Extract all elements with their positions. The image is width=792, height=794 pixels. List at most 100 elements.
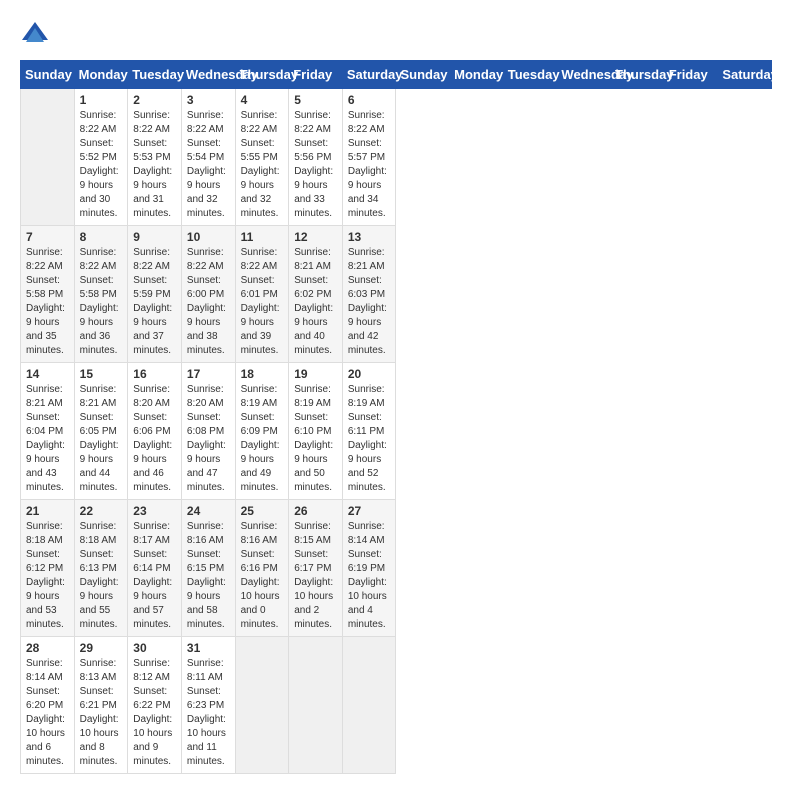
day-header-monday: Monday	[450, 61, 504, 89]
day-info: Sunrise: 8:16 AMSunset: 6:15 PMDaylight:…	[187, 520, 230, 632]
day-info: Sunrise: 8:22 AMSunset: 5:59 PMDaylight:…	[133, 246, 176, 358]
calendar-week-3: 14Sunrise: 8:21 AMSunset: 6:04 PMDayligh…	[21, 363, 772, 500]
calendar-week-1: 1Sunrise: 8:22 AMSunset: 5:52 PMDaylight…	[21, 89, 772, 226]
calendar-cell: 2 Sunrise: 8:22 AMSunset: 5:53 PMDaylight…	[128, 89, 182, 226]
day-info: Sunrise: 8:22 AMSunset: 6:00 PMDaylight:…	[187, 246, 230, 358]
day-header-sunday: Sunday	[21, 61, 75, 89]
day-info: Sunrise: 8:18 AMSunset: 6:12 PMDaylight:…	[26, 520, 69, 632]
day-header-sunday: Sunday	[396, 61, 450, 89]
day-info: Sunrise: 8:20 AMSunset: 6:06 PMDaylight:…	[133, 383, 176, 495]
day-header-thursday: Thursday	[235, 61, 289, 89]
day-info: Sunrise: 8:13 AMSunset: 6:21 PMDaylight:…	[80, 657, 123, 769]
day-info: Sunrise: 8:22 AMSunset: 5:58 PMDaylight:…	[80, 246, 123, 358]
day-number: 23	[133, 504, 176, 518]
calendar-week-2: 7 Sunrise: 8:22 AMSunset: 5:58 PMDaylight…	[21, 226, 772, 363]
day-header-wednesday: Wednesday	[557, 61, 611, 89]
calendar-cell: 4 Sunrise: 8:22 AMSunset: 5:55 PMDaylight…	[235, 89, 289, 226]
day-info: Sunrise: 8:22 AMSunset: 5:58 PMDaylight:…	[26, 246, 69, 358]
day-info: Sunrise: 8:22 AMSunset: 5:57 PMDaylight:…	[348, 109, 391, 221]
day-info: Sunrise: 8:16 AMSunset: 6:16 PMDaylight:…	[241, 520, 284, 632]
day-number: 27	[348, 504, 391, 518]
day-number: 5	[294, 93, 337, 107]
day-info: Sunrise: 8:21 AMSunset: 6:04 PMDaylight:…	[26, 383, 69, 495]
day-number: 13	[348, 230, 391, 244]
day-number: 24	[187, 504, 230, 518]
day-number: 4	[241, 93, 284, 107]
day-info: Sunrise: 8:22 AMSunset: 5:54 PMDaylight:…	[187, 109, 230, 221]
day-number: 11	[241, 230, 284, 244]
calendar-cell: 23Sunrise: 8:17 AMSunset: 6:14 PMDayligh…	[128, 500, 182, 637]
calendar-cell	[235, 637, 289, 774]
day-info: Sunrise: 8:22 AMSunset: 6:01 PMDaylight:…	[241, 246, 284, 358]
day-number: 31	[187, 641, 230, 655]
day-number: 6	[348, 93, 391, 107]
calendar-cell: 17Sunrise: 8:20 AMSunset: 6:08 PMDayligh…	[181, 363, 235, 500]
day-number: 3	[187, 93, 230, 107]
day-info: Sunrise: 8:19 AMSunset: 6:11 PMDaylight:…	[348, 383, 391, 495]
day-number: 21	[26, 504, 69, 518]
calendar-week-4: 21 Sunrise: 8:18 AMSunset: 6:12 PMDayligh…	[21, 500, 772, 637]
calendar-cell: 12 Sunrise: 8:21 AMSunset: 6:02 PMDayligh…	[289, 226, 343, 363]
day-number: 12	[294, 230, 337, 244]
day-header-wednesday: Wednesday	[181, 61, 235, 89]
header-row: SundayMondayTuesdayWednesdayThursdayFrid…	[21, 61, 772, 89]
logo	[20, 20, 54, 50]
day-info: Sunrise: 8:19 AMSunset: 6:10 PMDaylight:…	[294, 383, 337, 495]
day-info: Sunrise: 8:22 AMSunset: 5:56 PMDaylight:…	[294, 109, 337, 221]
calendar-cell	[289, 637, 343, 774]
calendar-cell: 29Sunrise: 8:13 AMSunset: 6:21 PMDayligh…	[74, 637, 128, 774]
calendar-cell: 25 Sunrise: 8:16 AMSunset: 6:16 PMDayligh…	[235, 500, 289, 637]
calendar-cell: 30 Sunrise: 8:12 AMSunset: 6:22 PMDayligh…	[128, 637, 182, 774]
page-header	[20, 20, 772, 50]
day-header-thursday: Thursday	[611, 61, 665, 89]
calendar-cell: 10 Sunrise: 8:22 AMSunset: 6:00 PMDayligh…	[181, 226, 235, 363]
day-number: 7	[26, 230, 69, 244]
day-header-saturday: Saturday	[342, 61, 396, 89]
day-info: Sunrise: 8:21 AMSunset: 6:05 PMDaylight:…	[80, 383, 123, 495]
calendar-cell: 28 Sunrise: 8:14 AMSunset: 6:20 PMDayligh…	[21, 637, 75, 774]
calendar-cell: 19 Sunrise: 8:19 AMSunset: 6:10 PMDayligh…	[289, 363, 343, 500]
calendar-cell: 1Sunrise: 8:22 AMSunset: 5:52 PMDaylight…	[74, 89, 128, 226]
day-number: 19	[294, 367, 337, 381]
day-info: Sunrise: 8:11 AMSunset: 6:23 PMDaylight:…	[187, 657, 230, 769]
calendar-cell: 3 Sunrise: 8:22 AMSunset: 5:54 PMDaylight…	[181, 89, 235, 226]
calendar-cell	[342, 637, 396, 774]
day-info: Sunrise: 8:20 AMSunset: 6:08 PMDaylight:…	[187, 383, 230, 495]
calendar-cell: 11 Sunrise: 8:22 AMSunset: 6:01 PMDayligh…	[235, 226, 289, 363]
day-number: 8	[80, 230, 123, 244]
calendar-cell: 14Sunrise: 8:21 AMSunset: 6:04 PMDayligh…	[21, 363, 75, 500]
calendar-cell: 24 Sunrise: 8:16 AMSunset: 6:15 PMDayligh…	[181, 500, 235, 637]
day-header-tuesday: Tuesday	[503, 61, 557, 89]
day-number: 22	[80, 504, 123, 518]
day-info: Sunrise: 8:18 AMSunset: 6:13 PMDaylight:…	[80, 520, 123, 632]
day-info: Sunrise: 8:12 AMSunset: 6:22 PMDaylight:…	[133, 657, 176, 769]
calendar-cell: 21 Sunrise: 8:18 AMSunset: 6:12 PMDayligh…	[21, 500, 75, 637]
day-number: 28	[26, 641, 69, 655]
calendar-cell: 7 Sunrise: 8:22 AMSunset: 5:58 PMDaylight…	[21, 226, 75, 363]
calendar-cell: 31 Sunrise: 8:11 AMSunset: 6:23 PMDayligh…	[181, 637, 235, 774]
calendar-cell: 27 Sunrise: 8:14 AMSunset: 6:19 PMDayligh…	[342, 500, 396, 637]
calendar-cell: 5 Sunrise: 8:22 AMSunset: 5:56 PMDaylight…	[289, 89, 343, 226]
day-number: 18	[241, 367, 284, 381]
day-info: Sunrise: 8:22 AMSunset: 5:55 PMDaylight:…	[241, 109, 284, 221]
day-header-tuesday: Tuesday	[128, 61, 182, 89]
day-info: Sunrise: 8:21 AMSunset: 6:03 PMDaylight:…	[348, 246, 391, 358]
day-number: 25	[241, 504, 284, 518]
calendar-cell: 9Sunrise: 8:22 AMSunset: 5:59 PMDaylight…	[128, 226, 182, 363]
day-info: Sunrise: 8:14 AMSunset: 6:19 PMDaylight:…	[348, 520, 391, 632]
day-info: Sunrise: 8:19 AMSunset: 6:09 PMDaylight:…	[241, 383, 284, 495]
day-number: 10	[187, 230, 230, 244]
day-header-saturday: Saturday	[718, 61, 772, 89]
day-number: 2	[133, 93, 176, 107]
day-info: Sunrise: 8:22 AMSunset: 5:53 PMDaylight:…	[133, 109, 176, 221]
calendar-cell: 20Sunrise: 8:19 AMSunset: 6:11 PMDayligh…	[342, 363, 396, 500]
calendar-cell: 16Sunrise: 8:20 AMSunset: 6:06 PMDayligh…	[128, 363, 182, 500]
calendar-cell	[21, 89, 75, 226]
calendar-cell: 13 Sunrise: 8:21 AMSunset: 6:03 PMDayligh…	[342, 226, 396, 363]
day-info: Sunrise: 8:21 AMSunset: 6:02 PMDaylight:…	[294, 246, 337, 358]
day-number: 30	[133, 641, 176, 655]
calendar-cell: 22 Sunrise: 8:18 AMSunset: 6:13 PMDayligh…	[74, 500, 128, 637]
day-info: Sunrise: 8:14 AMSunset: 6:20 PMDaylight:…	[26, 657, 69, 769]
calendar-cell: 18 Sunrise: 8:19 AMSunset: 6:09 PMDayligh…	[235, 363, 289, 500]
day-number: 26	[294, 504, 337, 518]
